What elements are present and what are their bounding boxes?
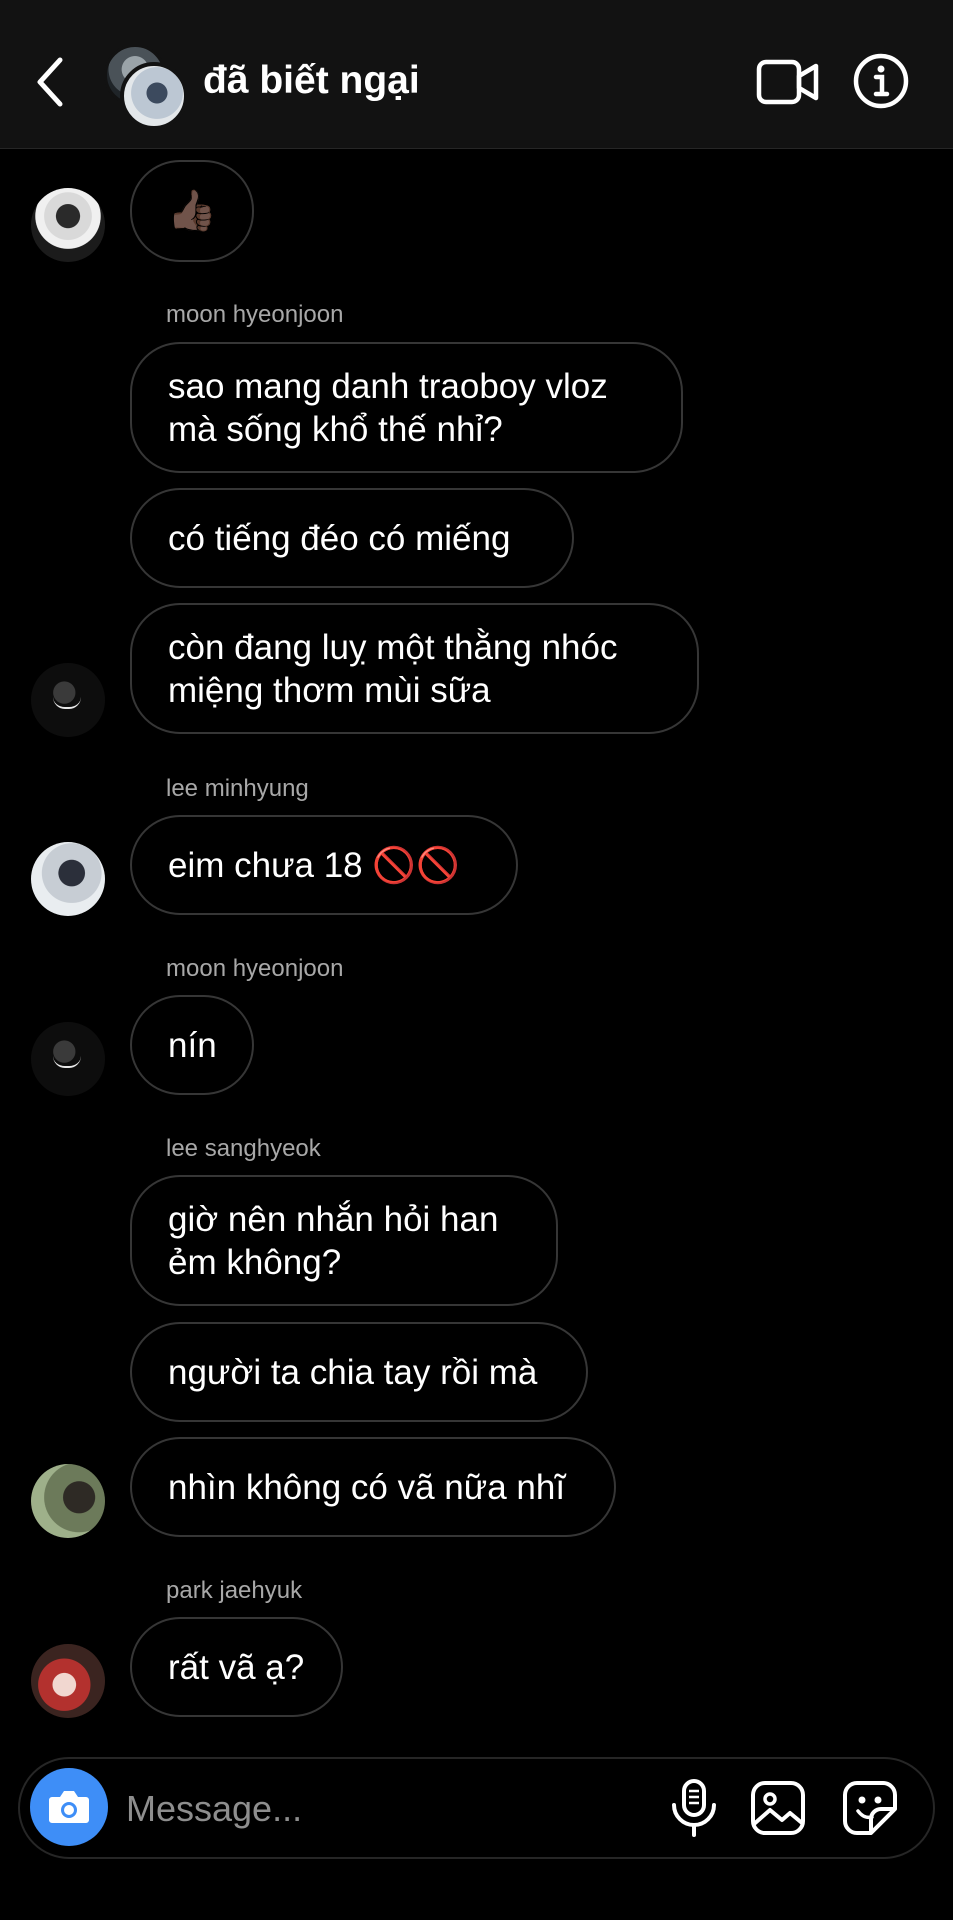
avatar[interactable] xyxy=(31,842,105,916)
video-call-button[interactable] xyxy=(756,54,820,110)
message-bubble[interactable]: nín xyxy=(130,995,254,1095)
sender-name: park jaehyuk xyxy=(166,1577,303,1604)
gallery-icon xyxy=(751,1781,805,1835)
message-composer xyxy=(18,1757,935,1859)
message-bubble[interactable]: eim chưa 18 🚫🚫 xyxy=(130,815,518,915)
camera-icon xyxy=(49,1791,89,1823)
sticker-button[interactable] xyxy=(840,1778,900,1838)
group-avatar-front xyxy=(120,62,188,130)
avatar[interactable] xyxy=(31,1644,105,1718)
group-avatar[interactable] xyxy=(104,44,188,130)
message-bubble[interactable]: nhìn không có vã nữa nhĩ xyxy=(130,1437,616,1537)
message-bubble[interactable]: giờ nên nhắn hỏi han ẻm không? xyxy=(130,1175,558,1306)
message-bubble[interactable]: 👍🏿 xyxy=(130,160,254,262)
microphone-button[interactable] xyxy=(664,1777,724,1839)
camera-button[interactable] xyxy=(30,1768,108,1846)
sender-name: lee sanghyeok xyxy=(166,1135,321,1162)
message-bubble[interactable]: sao mang danh traoboy vloz mà sống khổ t… xyxy=(130,342,683,473)
avatar[interactable] xyxy=(31,188,105,262)
microphone-icon xyxy=(672,1779,716,1837)
video-camera-icon xyxy=(756,59,819,105)
info-icon xyxy=(853,53,909,109)
back-button[interactable] xyxy=(30,52,74,112)
avatar[interactable] xyxy=(31,1464,105,1538)
message-bubble[interactable]: còn đang luỵ một thằng nhóc miệng thơm m… xyxy=(130,603,699,734)
message-bubble[interactable]: người ta chia tay rồi mà xyxy=(130,1322,588,1422)
info-button[interactable] xyxy=(852,52,910,110)
chat-header: đã biết ngại xyxy=(0,0,953,149)
avatar-mark xyxy=(53,1056,81,1068)
gallery-button[interactable] xyxy=(748,1778,808,1838)
chevron-left-icon xyxy=(37,57,63,107)
avatar[interactable] xyxy=(31,663,105,737)
chat-title[interactable]: đã biết ngại xyxy=(203,56,420,106)
sticker-icon xyxy=(843,1781,897,1835)
avatar[interactable] xyxy=(31,1022,105,1096)
message-bubble[interactable]: rất vã ạ? xyxy=(130,1617,343,1717)
sender-name: moon hyeonjoon xyxy=(166,301,344,328)
avatar-mark xyxy=(53,697,81,709)
message-input[interactable] xyxy=(124,1781,528,1837)
message-bubble[interactable]: có tiếng đéo có miếng xyxy=(130,488,574,588)
sender-name: moon hyeonjoon xyxy=(166,955,344,982)
sender-name: lee minhyung xyxy=(166,775,309,802)
